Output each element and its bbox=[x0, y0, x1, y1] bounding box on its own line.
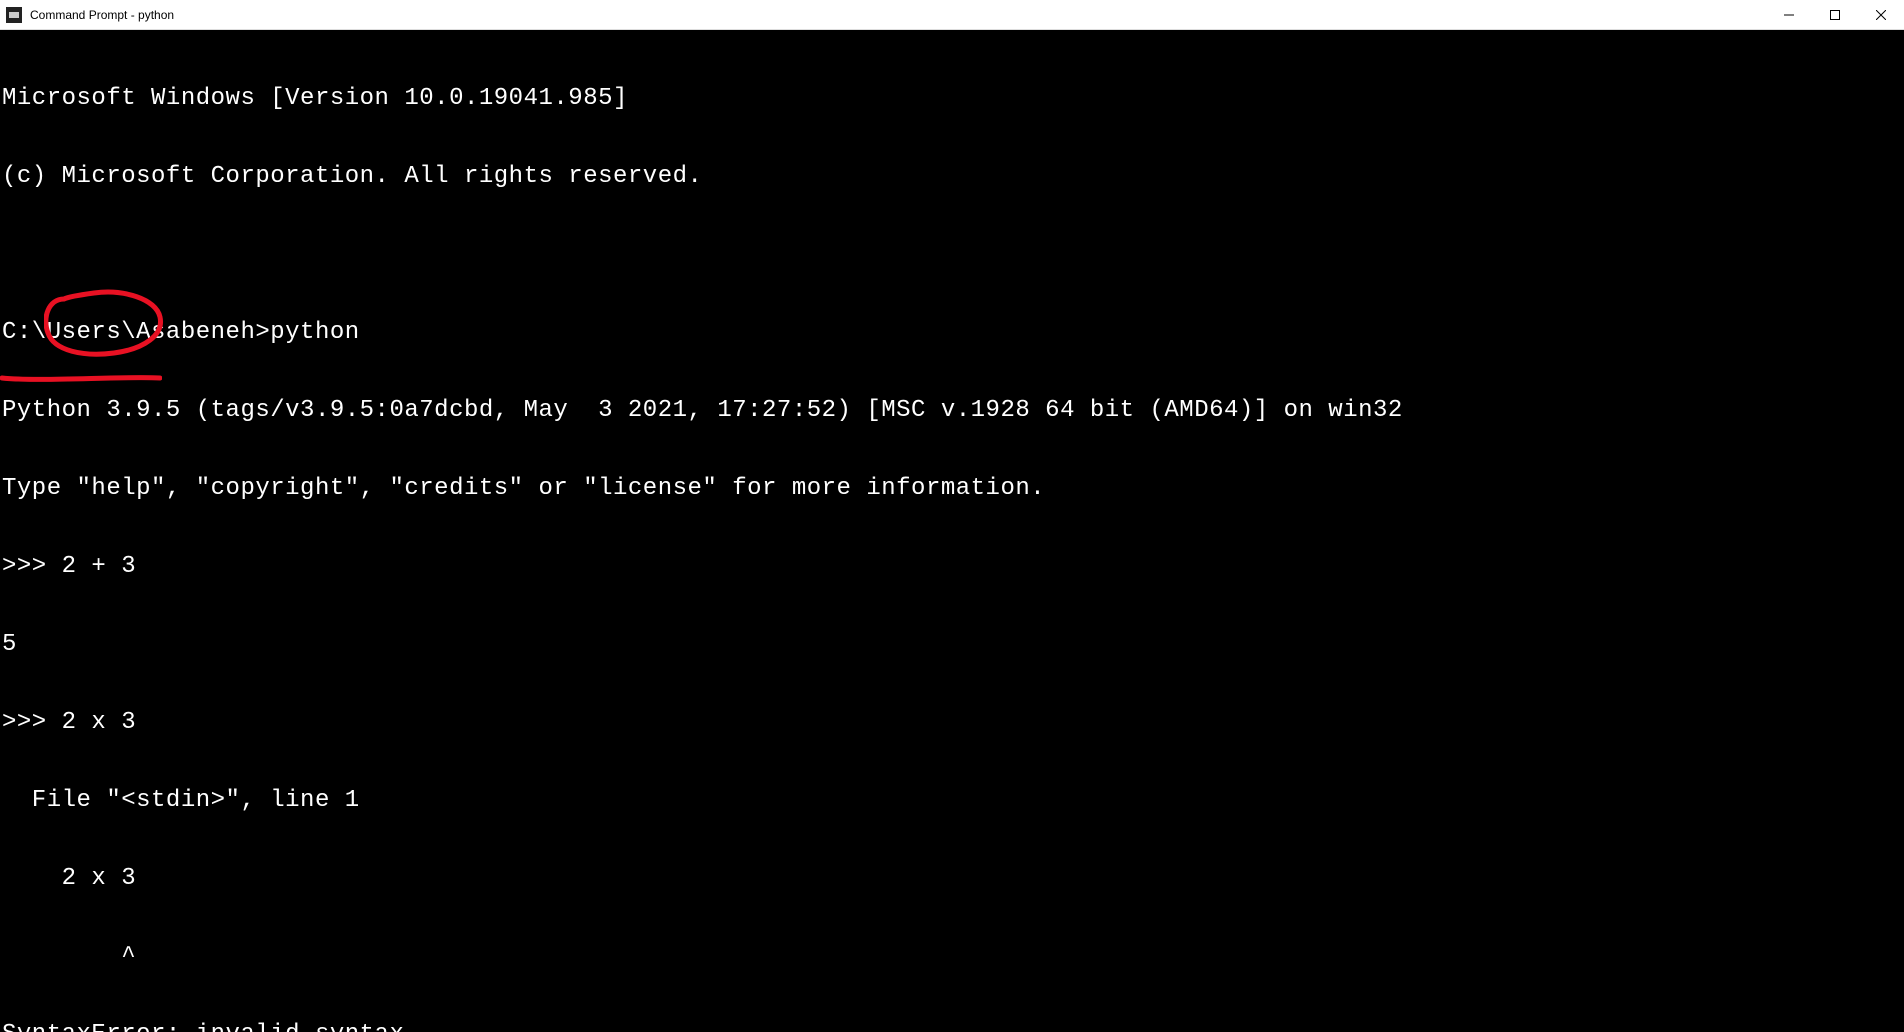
terminal-line: (c) Microsoft Corporation. All rights re… bbox=[2, 164, 1902, 190]
terminal-line: ^ bbox=[2, 944, 1902, 970]
minimize-button[interactable] bbox=[1766, 0, 1812, 29]
terminal-line: Microsoft Windows [Version 10.0.19041.98… bbox=[2, 86, 1902, 112]
terminal-line: 5 bbox=[2, 632, 1902, 658]
terminal-line: File "<stdin>", line 1 bbox=[2, 788, 1902, 814]
terminal-line: SyntaxError: invalid syntax bbox=[2, 1022, 1902, 1032]
terminal-line: >>> 2 + 3 bbox=[2, 554, 1902, 580]
window-controls bbox=[1766, 0, 1904, 29]
window-titlebar: Command Prompt - python bbox=[0, 0, 1904, 30]
terminal-line: Type "help", "copyright", "credits" or "… bbox=[2, 476, 1902, 502]
annotation-underline bbox=[0, 368, 162, 388]
terminal-line: C:\Users\Asabeneh>python bbox=[2, 320, 1902, 346]
cmd-icon bbox=[6, 7, 22, 23]
terminal-line bbox=[2, 242, 1902, 268]
terminal-line: >>> 2 x 3 bbox=[2, 710, 1902, 736]
maximize-button[interactable] bbox=[1812, 0, 1858, 29]
window-title: Command Prompt - python bbox=[30, 8, 1766, 22]
close-button[interactable] bbox=[1858, 0, 1904, 29]
terminal-output[interactable]: Microsoft Windows [Version 10.0.19041.98… bbox=[0, 30, 1904, 1032]
terminal-line: Python 3.9.5 (tags/v3.9.5:0a7dcbd, May 3… bbox=[2, 398, 1902, 424]
terminal-line: 2 x 3 bbox=[2, 866, 1902, 892]
